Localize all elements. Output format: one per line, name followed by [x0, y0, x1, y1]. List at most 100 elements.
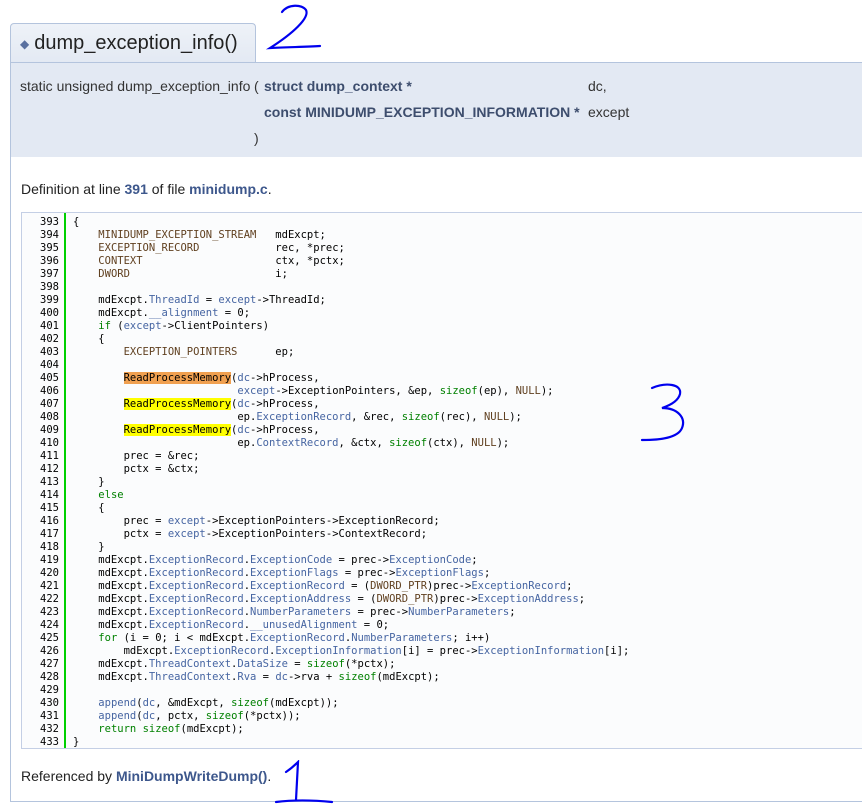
- code-token[interactable]: NULL: [516, 385, 541, 397]
- code-token[interactable]: DWORD_PTR: [370, 580, 427, 592]
- line-number[interactable]: 410: [26, 437, 59, 450]
- highlighted-token[interactable]: ReadProcessMemory: [123, 424, 232, 436]
- line-number[interactable]: 419: [26, 554, 59, 567]
- code-token[interactable]: ExceptionCode: [250, 554, 332, 566]
- line-number[interactable]: 427: [26, 658, 59, 671]
- line-number[interactable]: 398: [26, 281, 59, 294]
- line-number[interactable]: 423: [26, 606, 59, 619]
- highlighted-token[interactable]: ReadProcessMemory: [123, 372, 232, 384]
- line-number[interactable]: 408: [26, 411, 59, 424]
- line-number[interactable]: 399: [26, 294, 59, 307]
- code-token[interactable]: NULL: [484, 411, 509, 423]
- line-number[interactable]: 428: [26, 671, 59, 684]
- line-number[interactable]: 421: [26, 580, 59, 593]
- code-token[interactable]: ExceptionRecord: [174, 645, 269, 657]
- code-token[interactable]: ExceptionRecord: [471, 580, 566, 592]
- code-token[interactable]: ExceptionFlags: [395, 567, 484, 579]
- code-token[interactable]: CONTEXT: [98, 255, 142, 267]
- code-token[interactable]: ThreadContext: [149, 671, 231, 683]
- code-token[interactable]: dc: [237, 424, 250, 436]
- code-token[interactable]: except: [168, 515, 206, 527]
- code-token[interactable]: ExceptionAddress: [250, 593, 351, 605]
- referenced-by-link[interactable]: MiniDumpWriteDump(): [116, 768, 267, 784]
- code-token[interactable]: ThreadContext: [149, 658, 231, 670]
- code-token[interactable]: ExceptionInformation: [275, 645, 401, 657]
- line-number[interactable]: 403: [26, 346, 59, 359]
- code-token[interactable]: ExceptionRecord: [149, 619, 244, 631]
- line-number[interactable]: 425: [26, 632, 59, 645]
- line-number[interactable]: 417: [26, 528, 59, 541]
- code-token[interactable]: ContextRecord: [256, 437, 338, 449]
- proto-param2-type[interactable]: const MINIDUMP_EXCEPTION_INFORMATION *: [264, 104, 580, 120]
- definition-file-link[interactable]: minidump.c: [189, 181, 268, 197]
- line-number[interactable]: 416: [26, 515, 59, 528]
- line-number[interactable]: 402: [26, 333, 59, 346]
- code-token[interactable]: ExceptionRecord: [256, 411, 351, 423]
- code-token[interactable]: dc: [143, 710, 156, 722]
- code-token[interactable]: ExceptionRecord: [149, 567, 244, 579]
- code-token[interactable]: dc: [237, 372, 250, 384]
- code-token[interactable]: ExceptionCode: [389, 554, 471, 566]
- line-number[interactable]: 415: [26, 502, 59, 515]
- line-number[interactable]: 418: [26, 541, 59, 554]
- line-number[interactable]: 404: [26, 359, 59, 372]
- line-number[interactable]: 424: [26, 619, 59, 632]
- code-token[interactable]: MINIDUMP_EXCEPTION_STREAM: [98, 229, 256, 241]
- line-number[interactable]: 430: [26, 697, 59, 710]
- highlighted-token[interactable]: ReadProcessMemory: [123, 398, 232, 410]
- code-token[interactable]: ExceptionRecord: [149, 580, 244, 592]
- line-number[interactable]: 411: [26, 450, 59, 463]
- line-number[interactable]: 407: [26, 398, 59, 411]
- line-number[interactable]: 397: [26, 268, 59, 281]
- code-token[interactable]: ExceptionRecord: [149, 606, 244, 618]
- code-token[interactable]: EXCEPTION_RECORD: [98, 242, 199, 254]
- code-token[interactable]: ExceptionRecord: [250, 580, 345, 592]
- code-token[interactable]: except: [168, 528, 206, 540]
- code-token[interactable]: DataSize: [237, 658, 288, 670]
- line-number[interactable]: 396: [26, 255, 59, 268]
- code-token[interactable]: ExceptionRecord: [149, 554, 244, 566]
- line-number[interactable]: 432: [26, 723, 59, 736]
- code-token[interactable]: except: [124, 320, 162, 332]
- code-token[interactable]: ExceptionInformation: [478, 645, 604, 657]
- code-token[interactable]: ExceptionRecord: [149, 593, 244, 605]
- line-number[interactable]: 400: [26, 307, 59, 320]
- line-number[interactable]: 429: [26, 684, 59, 697]
- line-number[interactable]: 409: [26, 424, 59, 437]
- code-token[interactable]: Rva: [237, 671, 256, 683]
- line-number[interactable]: 420: [26, 567, 59, 580]
- line-number[interactable]: 431: [26, 710, 59, 723]
- line-number[interactable]: 393: [26, 216, 59, 229]
- code-token[interactable]: ThreadId: [149, 294, 200, 306]
- code-token[interactable]: DWORD: [98, 268, 130, 280]
- line-number[interactable]: 406: [26, 385, 59, 398]
- line-number[interactable]: 422: [26, 593, 59, 606]
- line-number[interactable]: 401: [26, 320, 59, 333]
- code-token[interactable]: NumberParameters: [408, 606, 509, 618]
- line-number[interactable]: 413: [26, 476, 59, 489]
- code-token[interactable]: NumberParameters: [351, 632, 452, 644]
- line-number[interactable]: 395: [26, 242, 59, 255]
- definition-line-link[interactable]: 391: [125, 181, 148, 197]
- code-token[interactable]: ExceptionFlags: [250, 567, 339, 579]
- line-number[interactable]: 412: [26, 463, 59, 476]
- code-token[interactable]: dc: [275, 671, 288, 683]
- code-token[interactable]: append: [98, 697, 136, 709]
- code-token[interactable]: dc: [143, 697, 156, 709]
- line-number[interactable]: 405: [26, 372, 59, 385]
- line-number[interactable]: 394: [26, 229, 59, 242]
- line-number[interactable]: 414: [26, 489, 59, 502]
- code-token[interactable]: NumberParameters: [250, 606, 351, 618]
- code-token[interactable]: ExceptionAddress: [478, 593, 579, 605]
- code-token[interactable]: NULL: [471, 437, 496, 449]
- code-token[interactable]: EXCEPTION_POINTERS: [124, 346, 238, 358]
- line-number[interactable]: 433: [26, 736, 59, 749]
- code-token[interactable]: except: [237, 385, 275, 397]
- code-token[interactable]: dc: [237, 398, 250, 410]
- proto-param1-type[interactable]: struct dump_context *: [264, 78, 412, 94]
- code-token[interactable]: except: [218, 294, 256, 306]
- code-token[interactable]: __alignment: [149, 307, 219, 319]
- code-token[interactable]: DWORD_PTR: [376, 593, 433, 605]
- code-token[interactable]: __unusedAlignment: [250, 619, 357, 631]
- code-token[interactable]: ExceptionRecord: [250, 632, 345, 644]
